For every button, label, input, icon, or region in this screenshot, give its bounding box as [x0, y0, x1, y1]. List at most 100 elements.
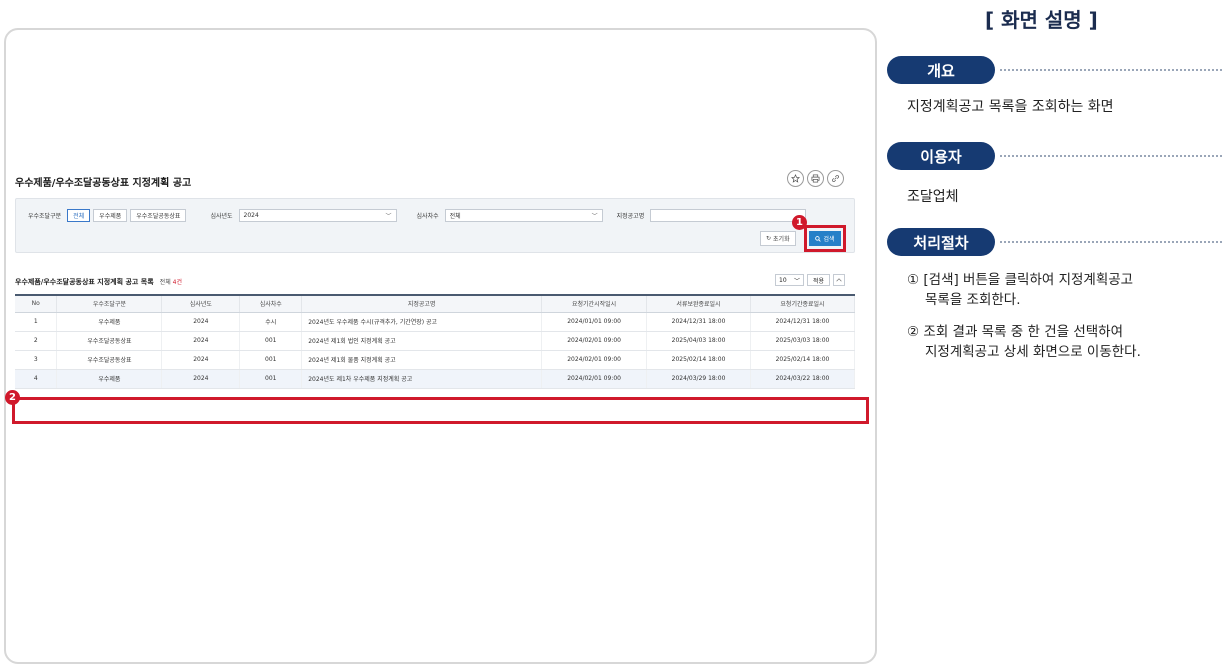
cell-doc-end: 2024/12/31 18:00 [646, 312, 751, 332]
title-toolbar [787, 170, 844, 187]
chevron-down-icon: ﹀ [591, 213, 598, 220]
cell-notice-name[interactable]: 2024년 제1회 법인 지정계획 공고 [301, 331, 543, 351]
cell-doc-end: 2025/04/03 18:00 [646, 331, 751, 351]
overview-pill: 개요 [887, 56, 995, 84]
cell-request-end: 2025/02/14 18:00 [750, 350, 856, 370]
cell-notice-name[interactable]: 2024년도 우수제품 수시(규격추가, 기간연장) 공고 [301, 312, 543, 332]
overview-text: 지정계획공고 목록을 조회하는 화면 [907, 99, 1114, 115]
table-row[interactable]: 3 우수조달공동상표 2024 001 2024년 제1회 물품 지정계획 공고… [15, 350, 856, 370]
cell-category: 우수조달공동상표 [56, 331, 163, 351]
table-row-selected[interactable]: 4 우수제품 2024 001 2024년도 제1차 우수제품 지정계획 공고 … [15, 369, 856, 389]
result-table: No 우수조달구분 심사년도 심사차수 지정공고명 요청기간시작일시 서류보완종… [15, 294, 856, 389]
col-year[interactable]: 심사년도 [161, 294, 241, 313]
chevron-down-icon: ﹀ [793, 277, 800, 285]
category-brand-button[interactable]: 우수조달공동상표 [130, 209, 187, 222]
step1-line2: 목록을 조회한다. [925, 292, 1021, 308]
col-request-end[interactable]: 요청기간종료일시 [750, 294, 856, 313]
process-divider [1000, 241, 1222, 243]
cell-no: 1 [15, 312, 58, 332]
notice-name-input[interactable] [650, 209, 807, 222]
highlight-box-1 [804, 225, 846, 252]
chevron-up-icon[interactable] [833, 274, 846, 286]
refresh-icon: ↻ [766, 235, 772, 242]
col-request-start[interactable]: 요청기간시작일시 [541, 294, 648, 313]
cell-category: 우수제품 [56, 312, 163, 332]
cell-year: 2024 [161, 369, 241, 389]
category-label: 우수조달구분 [28, 213, 62, 220]
notice-name-label: 지정공고명 [616, 213, 645, 220]
cell-request-start: 2024/02/01 09:00 [541, 331, 648, 351]
col-no[interactable]: No [15, 294, 58, 313]
cell-round: 001 [239, 331, 303, 351]
year-value: 2024 [243, 212, 259, 219]
cell-doc-end: 2024/03/29 18:00 [646, 369, 751, 389]
apply-button[interactable]: 적용 [807, 274, 831, 286]
cell-notice-name[interactable]: 2024년도 제1차 우수제품 지정계획 공고 [301, 369, 543, 389]
list-count: 전체 4건 [160, 279, 182, 286]
chevron-down-icon: ﹀ [385, 213, 392, 220]
user-text: 조달업체 [907, 189, 959, 205]
cell-category: 우수제품 [56, 369, 163, 389]
list-title: 우수제품/우수조달공동상표 지정계획 공고 목록 전체 4건 [15, 277, 182, 287]
col-category[interactable]: 우수조달구분 [56, 294, 163, 313]
cell-year: 2024 [161, 312, 241, 332]
cell-round: 수시 [239, 312, 303, 332]
year-label: 심사년도 [210, 213, 233, 220]
cell-request-start: 2024/02/01 09:00 [541, 369, 648, 389]
step2-line1: ② 조회 결과 목록 중 한 건을 선택하여 [907, 324, 1124, 340]
count-prefix: 전체 [159, 279, 171, 286]
search-panel: 우수조달구분 전체 우수제품 우수조달공동상표 심사년도 2024 ﹀ 심사차수… [15, 198, 855, 253]
user-divider [1000, 155, 1222, 157]
cell-request-end: 2024/03/22 18:00 [750, 369, 856, 389]
step2-line2: 지정계획공고 상세 화면으로 이동한다. [925, 344, 1141, 360]
cell-category: 우수조달공동상표 [56, 350, 163, 370]
reset-button[interactable]: ↻ 초기화 [760, 231, 796, 246]
count-suffix: 건 [176, 279, 182, 286]
search-row: 우수조달구분 전체 우수제품 우수조달공동상표 심사년도 2024 ﹀ 심사차수… [28, 209, 807, 222]
cell-round: 001 [239, 369, 303, 389]
category-all-button[interactable]: 전체 [67, 209, 91, 222]
list-controls: 10 ﹀ 적용 [775, 274, 846, 286]
cell-request-end: 2024/12/31 18:00 [750, 312, 856, 332]
table-row[interactable]: 2 우수조달공동상표 2024 001 2024년 제1회 법인 지정계획 공고… [15, 331, 856, 351]
panel-heading: [ 화면 설명 ] [985, 8, 1098, 32]
cell-request-start: 2024/01/01 09:00 [541, 312, 648, 332]
round-label: 심사차수 [416, 213, 439, 220]
cell-no: 2 [15, 331, 58, 351]
user-pill: 이용자 [887, 142, 995, 170]
cell-doc-end: 2025/02/14 18:00 [646, 350, 751, 370]
cell-no: 4 [15, 369, 58, 389]
step1-line1: ① [검색] 버튼을 클릭하여 지정계획공고 [907, 272, 1134, 288]
col-round[interactable]: 심사차수 [239, 294, 303, 313]
star-icon[interactable] [787, 170, 804, 187]
round-select[interactable]: 전체 ﹀ [444, 209, 603, 222]
process-step-1: ① [검색] 버튼을 클릭하여 지정계획공고 목록을 조회한다. [907, 270, 1222, 310]
page-title: 우수제품/우수조달공동상표 지정계획 공고 [15, 178, 192, 189]
col-doc-end[interactable]: 서류보완종료일시 [646, 294, 751, 313]
round-value: 전체 [449, 213, 461, 220]
page-size-select[interactable]: 10 ﹀ [775, 274, 804, 286]
table-header-row: No 우수조달구분 심사년도 심사차수 지정공고명 요청기간시작일시 서류보완종… [15, 294, 856, 313]
cell-request-start: 2024/02/01 09:00 [541, 350, 648, 370]
cell-notice-name[interactable]: 2024년 제1회 물품 지정계획 공고 [301, 350, 543, 370]
link-icon[interactable] [827, 170, 844, 187]
step-marker-1: 1 [792, 215, 807, 230]
col-notice-name[interactable]: 지정공고명 [301, 294, 543, 313]
cell-no: 3 [15, 350, 58, 370]
list-title-text: 우수제품/우수조달공동상표 지정계획 공고 목록 [15, 278, 154, 286]
year-select[interactable]: 2024 ﹀ [238, 209, 397, 222]
highlight-box-2 [12, 397, 869, 424]
cell-year: 2024 [161, 331, 241, 351]
step-marker-2: 2 [5, 390, 20, 405]
category-product-button[interactable]: 우수제품 [93, 209, 128, 222]
table-row[interactable]: 1 우수제품 2024 수시 2024년도 우수제품 수시(규격추가, 기간연장… [15, 312, 856, 332]
process-pill: 처리절차 [887, 228, 995, 256]
reset-label: 초기화 [773, 236, 790, 243]
cell-year: 2024 [161, 350, 241, 370]
process-step-2: ② 조회 결과 목록 중 한 건을 선택하여 지정계획공고 상세 화면으로 이동… [907, 322, 1222, 362]
overview-divider [1000, 69, 1222, 71]
cell-round: 001 [239, 350, 303, 370]
print-icon[interactable] [807, 170, 824, 187]
page-size-value: 10 [779, 276, 787, 284]
cell-request-end: 2025/03/03 18:00 [750, 331, 856, 351]
